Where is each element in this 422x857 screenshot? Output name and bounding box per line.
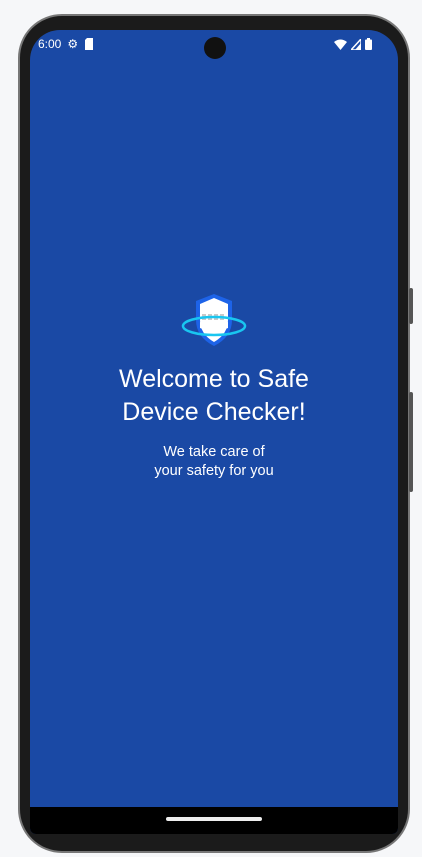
volume-button bbox=[409, 392, 413, 492]
shield-icon bbox=[181, 294, 247, 346]
battery-icon bbox=[365, 38, 372, 50]
home-indicator[interactable] bbox=[166, 817, 262, 821]
wifi-icon bbox=[334, 39, 347, 50]
status-time: 6:00 bbox=[38, 37, 62, 51]
sim-card-icon bbox=[85, 38, 94, 50]
navigation-bar bbox=[30, 807, 398, 834]
front-camera bbox=[204, 37, 226, 59]
screen: 6:00 ⚙ Welcome to Safe Device Checker! We… bbox=[30, 30, 398, 834]
subtitle-line-2: your safety for you bbox=[154, 463, 274, 479]
power-button bbox=[409, 288, 413, 324]
signal-icon bbox=[351, 38, 361, 50]
title-line-2: Device Checker! bbox=[122, 398, 306, 426]
subtitle-line-1: We take care of bbox=[163, 444, 265, 460]
title-line-1: Welcome to Safe bbox=[119, 365, 309, 393]
settings-icon: ⚙ bbox=[67, 37, 79, 51]
splash-content: Welcome to Safe Device Checker! We take c… bbox=[30, 292, 398, 481]
